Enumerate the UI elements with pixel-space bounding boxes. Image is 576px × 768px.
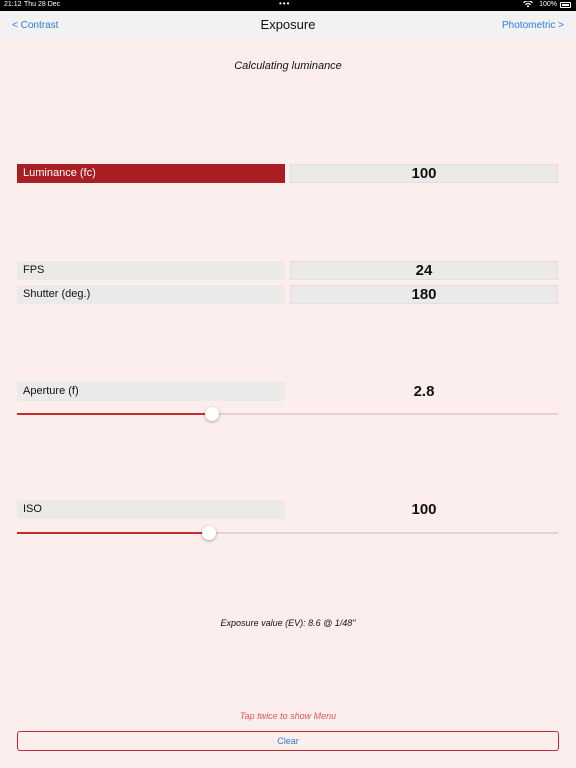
aperture-label[interactable]: Aperture (f) bbox=[17, 382, 285, 401]
page-title: Exposure bbox=[260, 17, 316, 32]
iso-value: 100 bbox=[411, 501, 437, 518]
wifi-icon bbox=[523, 0, 533, 10]
shutter-label[interactable]: Shutter (deg.) bbox=[17, 285, 285, 304]
fps-value-field[interactable]: 24 bbox=[290, 261, 558, 280]
forward-button[interactable]: Photometric > bbox=[502, 20, 564, 31]
slider-thumb[interactable] bbox=[204, 407, 219, 421]
fps-label[interactable]: FPS bbox=[17, 261, 285, 280]
clear-button[interactable]: Clear bbox=[17, 731, 559, 751]
calculation-mode-label: Calculating luminance bbox=[234, 60, 342, 72]
luminance-label[interactable]: Luminance (fc) bbox=[17, 164, 285, 183]
iso-label[interactable]: ISO bbox=[17, 500, 285, 519]
iso-slider[interactable] bbox=[17, 525, 558, 541]
aperture-value: 2.8 bbox=[413, 383, 435, 400]
status-date: Thu 28 Dec bbox=[24, 1, 61, 8]
aperture-slider[interactable] bbox=[17, 406, 558, 422]
slider-thumb[interactable] bbox=[202, 526, 217, 540]
shutter-value-field[interactable]: 180 bbox=[290, 285, 558, 304]
status-time: 21:12 bbox=[4, 1, 22, 8]
exposure-value-text: Exposure value (EV): 8.6 @ 1/48" bbox=[220, 618, 356, 628]
status-bar: 21:12 Thu 28 Dec ••• 100% bbox=[0, 0, 576, 11]
multitasking-dots-icon[interactable]: ••• bbox=[279, 0, 290, 8]
menu-hint: Tap twice to show Menu bbox=[239, 711, 337, 721]
luminance-value-field[interactable]: 100 bbox=[290, 164, 558, 183]
slider-fill bbox=[17, 413, 212, 415]
battery-percent: 100% bbox=[539, 1, 557, 8]
slider-fill bbox=[17, 532, 210, 534]
navigation-bar: < Contrast Exposure Photometric > bbox=[0, 11, 576, 40]
battery-icon bbox=[560, 2, 571, 8]
